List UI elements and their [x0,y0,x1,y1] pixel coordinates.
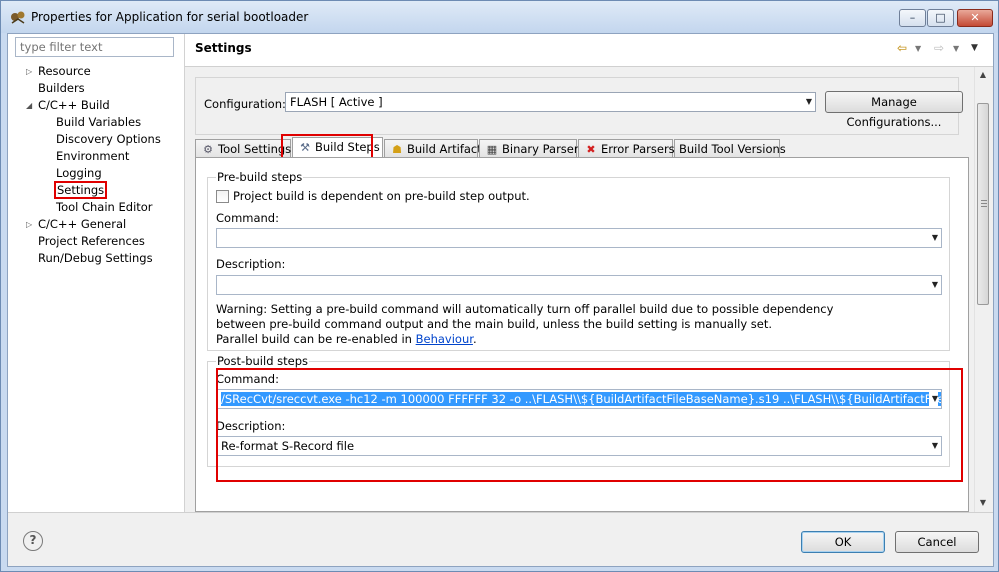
grip-line [981,203,987,204]
post-build-highlight [216,368,963,482]
chevron-down-icon[interactable]: ▼ [928,229,938,247]
grip-line [981,200,987,201]
tree-item[interactable]: Run/Debug Settings [38,250,153,267]
help-icon[interactable]: ? [23,531,43,551]
pre-build-command-input[interactable]: ▼ [216,228,942,248]
tree-item[interactable]: ▷ Resource [26,63,91,80]
back-history-chevron-icon[interactable]: ▼ [915,44,921,53]
configuration-value: FLASH [ Active ] [290,95,383,109]
tab-label: Build Artifact [407,142,482,156]
tree-item-label: Run/Debug Settings [38,251,153,265]
window-title: Properties for Application for serial bo… [31,10,309,24]
manage-configurations-button[interactable]: Manage Configurations... [825,91,963,129]
collapsed-icon[interactable]: ▷ [26,216,34,233]
pre-build-description-label: Description: [216,257,286,271]
pre-build-dependent-label: Project build is dependent on pre-build … [233,189,530,203]
vertical-scrollbar[interactable]: ▲ ▼ [974,67,990,512]
tree-item[interactable]: Tool Chain Editor [56,199,153,216]
configuration-select[interactable]: FLASH [ Active ] ▼ [285,92,816,112]
tree-item[interactable]: Build Variables [56,114,141,131]
tree-item[interactable]: Environment [56,148,129,165]
tree-item-label: Environment [56,149,130,163]
warning-line-3-text: Parallel build can be re-enabled in [216,332,416,346]
tree-item[interactable]: ▷ C/C++ General [26,216,127,233]
scroll-up-icon[interactable]: ▲ [975,67,991,83]
tab-tool-settings[interactable]: ⚙ Tool Settings [195,139,291,158]
tree-item-label: Build Variables [56,115,142,129]
eclipse-app-icon [11,11,25,24]
tree-item[interactable]: Builders [38,80,85,97]
pre-build-title: Pre-build steps [216,170,304,184]
forward-history-chevron-icon[interactable]: ▼ [953,44,959,53]
tab-label: Error Parsers [601,142,675,156]
chevron-down-icon[interactable]: ▼ [928,276,938,294]
warning-line-3: Parallel build can be re-enabled in Beha… [216,332,477,346]
post-build-title: Post-build steps [216,354,310,368]
scrollbar-thumb[interactable] [977,103,989,305]
tree-item-label: Builders [38,81,85,95]
pre-build-dependent-checkbox[interactable] [216,190,229,203]
page-header: Settings ⇦ ▼ ⇨ ▼ ▼ [185,34,993,67]
tree-item[interactable]: Discovery Options [56,131,161,148]
tree-item[interactable]: Project References [38,233,145,250]
tree-item-label: Resource [38,64,91,78]
tree-item-label: Project References [38,234,145,248]
collapsed-icon[interactable]: ▷ [26,63,34,80]
tree-item-label: Tool Chain Editor [56,200,153,214]
forward-arrow-icon[interactable]: ⇨ [934,41,944,55]
title-bar[interactable]: Properties for Application for serial bo… [1,1,998,33]
scroll-down-icon[interactable]: ▼ [975,495,991,511]
tree-item[interactable]: Settings [53,181,108,199]
tab-build-tool-versions[interactable]: Build Tool Versions [674,139,786,158]
ok-button[interactable]: OK [801,531,885,553]
expanded-icon[interactable]: ◢ [26,97,34,114]
maximize-button[interactable]: □ [927,9,954,27]
build-steps-panel: Pre-build steps Project build is depende… [195,157,969,512]
tree-item[interactable]: Logging [56,165,102,182]
tree-item-label: Settings [53,181,108,199]
warning-line-1: Warning: Setting a pre-build command wil… [216,302,834,316]
configuration-label: Configuration: [204,97,286,111]
close-window-button[interactable]: ✕ [957,9,993,27]
properties-window: Properties for Application for serial bo… [0,0,999,572]
warning-line-3-end: . [472,332,477,346]
grip-line [981,206,987,207]
pre-build-description-input[interactable]: ▼ [216,275,942,295]
tab-label: Binary Parsers [502,142,585,156]
filter-input[interactable] [15,37,174,57]
tree-item[interactable]: ◢ C/C++ Build [26,97,110,114]
configuration-group: Configuration: FLASH [ Active ] ▼ Manage… [195,77,963,135]
view-menu-icon[interactable]: ▼ [971,43,978,53]
pre-build-group: Pre-build steps Project build is depende… [207,170,950,351]
chevron-down-icon: ▼ [805,97,812,106]
minimize-button[interactable]: – [899,9,926,27]
tree-item-label: C/C++ Build [38,98,110,112]
tab-label: Build Tool Versions [679,142,786,156]
property-page-nav: ▷ Resource Builders ◢ C/C++ Build Build Varia… [8,34,184,512]
tab-binary-parsers[interactable]: ▦ Binary Parsers [479,139,585,158]
tree-item-label: C/C++ General [38,217,127,231]
cancel-button[interactable]: Cancel [895,531,979,553]
settings-page: Settings ⇦ ▼ ⇨ ▼ ▼ Configuration: FLASH … [185,34,993,512]
pre-build-command-label: Command: [216,211,279,225]
page-title: Settings [195,41,252,55]
warning-line-2: between pre-build command output and the… [216,317,773,331]
tab-build-artifact[interactable]: ☗ Build Artifact [384,139,482,158]
dialog-client-area: ▷ Resource Builders ◢ C/C++ Build Build Varia… [7,33,994,567]
tab-error-parsers[interactable]: ✖ Error Parsers [578,139,675,158]
dialog-button-bar: ? OK Cancel [8,512,993,566]
back-arrow-icon[interactable]: ⇦ [897,41,907,55]
tree-item-label: Logging [56,166,102,180]
tree-item-label: Discovery Options [56,132,161,146]
behaviour-link[interactable]: Behaviour [416,332,473,346]
